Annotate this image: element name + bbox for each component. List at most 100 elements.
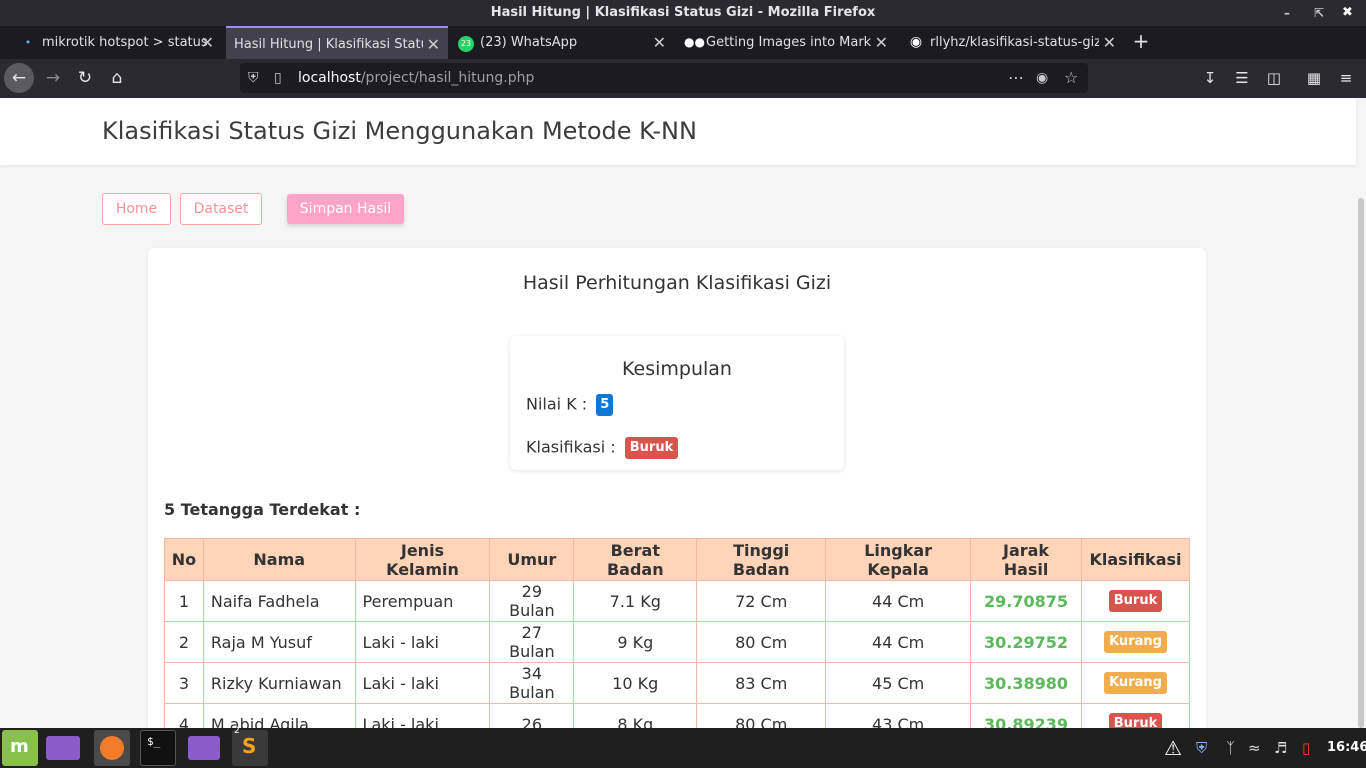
col-header: Lingkar Kepala [825,538,972,581]
forward-icon[interactable]: → [38,63,68,93]
cell-lingkar: 44 Cm [825,621,972,663]
card-title: Hasil Perhitungan Klasifikasi Gizi [522,272,832,294]
close-window-icon[interactable]: ✖ [1342,0,1353,26]
kesimpulan-title: Kesimpulan [622,358,732,380]
table-header-row: No Nama Jenis Kelamin Umur Berat Badan T… [164,538,1190,581]
cell-tinggi: 80 Cm [696,703,827,728]
terminal-taskbar-icon[interactable]: $_ [140,730,176,766]
bookmark-star-icon[interactable]: ☆ [1064,63,1078,93]
shield-tray-icon[interactable]: ⛨ [1196,728,1207,768]
dataset-button[interactable]: Dataset [180,193,262,225]
wifi-icon[interactable]: ≈ [1248,728,1261,768]
tab-mikrotik[interactable]: • mikrotik hotspot > status ✕ [8,26,222,59]
page-scrollbar[interactable] [1358,198,1364,728]
tab-hasil-hitung[interactable]: Hasil Hitung | Klasifikasi Status ✕ [226,26,448,59]
site-header: Klasifikasi Status Gizi Menggunakan Meto… [0,98,1356,165]
cell-klasifikasi: Kurang [1081,621,1190,663]
tab-whatsapp[interactable]: 23 (23) WhatsApp ✕ [452,26,674,59]
maximize-icon[interactable]: ⇱ [1314,0,1324,26]
bullet-icon: • [24,36,32,49]
files-taskbar-icon[interactable] [188,736,220,760]
menu-icon[interactable]: ≡ [1332,63,1360,93]
library-icon[interactable]: ☰ [1228,63,1256,93]
cell-berat: 10 Kg [573,662,698,704]
cell-klasifikasi: Kurang [1081,662,1190,704]
sublime-taskbar-icon[interactable]: 2 S [232,726,268,766]
cell-jarak: 30.89239 [970,703,1082,728]
page-icon: ▯ [274,70,282,86]
show-desktop-icon[interactable] [46,736,80,760]
volume-icon[interactable]: ♬ [1274,728,1287,768]
cell-jarak: 30.29752 [970,621,1082,663]
klasifikasi-label: Klasifikasi : [526,437,616,457]
col-header: Jenis Kelamin [354,538,491,581]
taskbar: m $_ 2 S ⚠ ⛨ ᛉ ≈ ♬ ▯ 16:46 [0,726,1366,768]
tab-close-icon[interactable]: ✕ [870,26,888,59]
tab-github[interactable]: ◉ rllyhz/klasifikasi-status-gizi ✕ [902,26,1124,59]
cell-umur: 27 Bulan [489,621,575,663]
firefox-taskbar-icon[interactable] [94,730,130,766]
page-content: Klasifikasi Status Gizi Menggunakan Meto… [0,98,1366,728]
klasifikasi-badge: Kurang [1104,672,1167,694]
klasifikasi-badge: Buruk [1108,713,1163,728]
minimize-icon[interactable]: – [1284,0,1290,26]
table-row: 3 Rizky Kurniawan Laki - laki 34 Bulan 10 Kg… [164,662,1190,704]
cell-no: 1 [164,580,204,622]
warning-icon[interactable]: ⚠ [1164,728,1182,768]
cell-nama: Naifa Fadhela [202,580,356,622]
site-title: Klasifikasi Status Gizi Menggunakan Meto… [102,117,697,145]
cell-no: 3 [164,662,204,704]
col-header: No [164,538,204,581]
klasifikasi-row: Klasifikasi : Buruk [526,437,679,459]
cell-tinggi: 83 Cm [696,662,827,704]
klasifikasi-badge: Kurang [1104,631,1167,653]
mint-menu-icon[interactable]: m [2,730,38,766]
tab-close-icon[interactable]: ✕ [653,26,666,59]
home-icon[interactable]: ⌂ [102,63,132,93]
col-header: Klasifikasi [1081,538,1190,581]
cell-jk: Laki - laki [354,662,491,704]
back-icon[interactable]: ← [4,63,34,93]
kesimpulan-box: Kesimpulan Nilai K : 5 Klasifikasi : Bur… [510,336,844,470]
shield-icon[interactable]: ⛨ [248,63,259,93]
window-title: Hasil Hitung | Klasifikasi Status Gizi -… [490,5,876,20]
cell-berat: 7.1 Kg [573,580,698,622]
nilai-k-label: Nilai K : [526,394,588,414]
home-button[interactable]: Home [102,193,171,225]
downloads-icon[interactable]: ↧ [1196,63,1224,93]
whatsapp-icon: 23 [458,36,474,52]
new-tab-button[interactable]: + [1130,26,1152,59]
cell-nama: Raja M Yusuf [202,621,356,663]
tab-medium[interactable]: ●●Getting Images into Markd ✕ [678,26,896,59]
cell-umur: 34 Bulan [489,662,575,704]
navigation-toolbar: ← → ↻ ⌂ ⛨ ▯ localhost/project/hasil_hitu… [0,59,1366,98]
tab-close-icon[interactable]: ✕ [1098,26,1116,59]
bluetooth-icon[interactable]: ᛉ [1226,728,1235,768]
neighbors-table: No Nama Jenis Kelamin Umur Berat Badan T… [164,538,1190,728]
tab-close-icon[interactable]: ✕ [201,26,214,59]
more-actions-icon[interactable]: ⋯ [1008,63,1024,93]
extensions-icon[interactable]: ▦ [1300,63,1328,93]
nilai-k-badge: 5 [596,394,614,416]
tab-close-icon[interactable]: ✕ [422,28,440,59]
cell-jarak: 30.38980 [970,662,1082,704]
pocket-icon[interactable]: ◉ [1036,63,1048,93]
cell-no: 4 [164,703,204,728]
sidebar-icon[interactable]: ◫ [1260,63,1288,93]
table-row: 2 Raja M Yusuf Laki - laki 27 Bulan 9 Kg 80 C… [164,621,1190,663]
col-header: Jarak Hasil [970,538,1082,581]
cell-nama: M abid Aqila [202,703,356,728]
github-icon: ◉ [909,34,923,50]
cell-lingkar: 43 Cm [825,703,972,728]
cell-lingkar: 45 Cm [825,662,972,704]
klasifikasi-badge: Buruk [1108,590,1163,612]
cell-jk: Laki - laki [354,621,491,663]
reload-icon[interactable]: ↻ [70,63,100,93]
url-bar[interactable]: ⛨ ▯ localhost/project/hasil_hitung.php ⋯… [240,63,1088,93]
cell-jk: Perempuan [354,580,491,622]
battery-icon[interactable]: ▯ [1302,728,1310,768]
simpan-hasil-button[interactable]: Simpan Hasil [287,194,404,224]
medium-icon: ●● [684,35,705,49]
clock[interactable]: 16:46 [1327,728,1366,768]
table-row: 4M abid Aqila Laki - laki 26 8 Kg 80 Cm 43 Cm… [164,703,1190,728]
